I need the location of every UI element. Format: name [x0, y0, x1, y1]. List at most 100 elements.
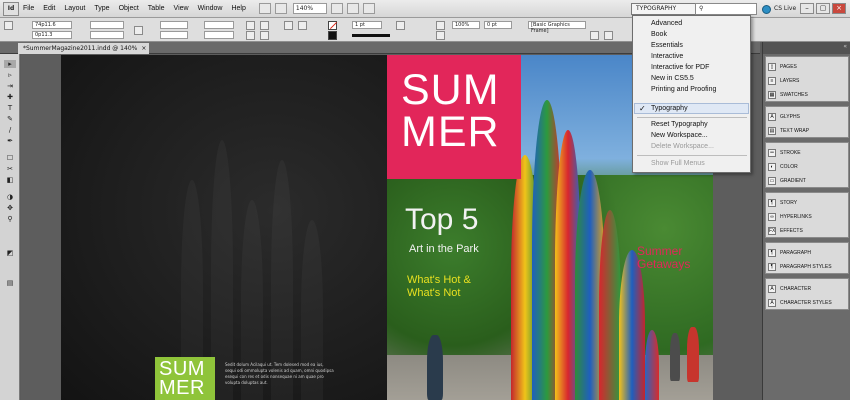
- workspace-advanced[interactable]: Advanced: [651, 19, 682, 29]
- object-style-select[interactable]: [Basic Graphics Frame]: [528, 21, 586, 34]
- screen-mode-icon[interactable]: ▤: [4, 279, 16, 287]
- stroke-color-swatch[interactable]: [328, 31, 337, 40]
- panel-effects[interactable]: fx Effects: [768, 225, 848, 237]
- new-workspace-item[interactable]: New Workspace...: [651, 131, 708, 141]
- fit-content-icon[interactable]: [604, 31, 613, 40]
- pencil-tool[interactable]: ✎: [4, 115, 16, 123]
- select-content-icon[interactable]: [298, 21, 307, 30]
- minibridge-icon[interactable]: [274, 3, 287, 14]
- reference-point-icon[interactable]: [4, 21, 13, 30]
- help-search-input[interactable]: ⚲: [695, 3, 757, 15]
- opacity-field[interactable]: 100%: [452, 21, 480, 29]
- x-position-field[interactable]: 74p11.6: [32, 21, 72, 29]
- stroke-weight-field[interactable]: 1 pt: [352, 21, 382, 29]
- workspace-interactive-pdf[interactable]: Interactive for PDF: [651, 63, 709, 73]
- collapse-dock-icon[interactable]: «: [843, 43, 847, 50]
- stroke-type-icon[interactable]: [396, 21, 405, 30]
- minimize-button[interactable]: –: [800, 3, 814, 14]
- cs-live-button[interactable]: CS Live: [762, 3, 796, 15]
- art-in-park-subhead[interactable]: Art in the Park: [409, 243, 479, 255]
- zoom-tool[interactable]: ⚲: [4, 215, 16, 223]
- workspace-interactive[interactable]: Interactive: [651, 52, 683, 62]
- menu-file[interactable]: File: [23, 5, 34, 12]
- panel-pages[interactable]: ▯ Pages: [768, 61, 848, 73]
- rotate-cw-icon[interactable]: [246, 21, 255, 30]
- document-tab[interactable]: *SummerMagazine2011.indd @ 140% ×: [18, 43, 150, 54]
- constrain-proportions-icon[interactable]: [134, 26, 143, 35]
- hand-tool[interactable]: ✥: [4, 204, 16, 212]
- scissors-tool[interactable]: ✂: [4, 165, 16, 173]
- panel-paragraph[interactable]: ¶ Paragraph: [768, 247, 848, 259]
- dock-header[interactable]: «: [763, 42, 850, 54]
- menu-object[interactable]: Object: [119, 5, 139, 12]
- flip-vertical-icon[interactable]: [260, 31, 269, 40]
- free-transform-tool[interactable]: ◧: [4, 176, 16, 184]
- panel-character[interactable]: A Character: [768, 283, 848, 295]
- panel-hyperlinks[interactable]: ∞ Hyperlinks: [768, 211, 848, 223]
- fill-none-swatch[interactable]: [328, 21, 337, 30]
- fill-stroke-icon[interactable]: ◩: [4, 249, 16, 257]
- arrange-documents-icon[interactable]: [362, 3, 375, 14]
- gradient-tool[interactable]: ◑: [4, 193, 16, 201]
- panel-gradient[interactable]: ▭ Gradient: [768, 175, 848, 187]
- scale-y-field[interactable]: [160, 31, 188, 39]
- rotate-ccw-icon[interactable]: [246, 31, 255, 40]
- panel-color[interactable]: ◐ Color: [768, 161, 848, 173]
- stroke-style-sample[interactable]: [352, 34, 390, 37]
- panel-swatches[interactable]: ▦ Swatches: [768, 89, 848, 101]
- panel-paragraph-styles[interactable]: ¶ Paragraph Styles: [768, 261, 848, 273]
- left-page[interactable]: [61, 55, 387, 400]
- selection-tool[interactable]: ▸: [4, 60, 16, 68]
- width-field[interactable]: [90, 21, 124, 29]
- maximize-button[interactable]: ▢: [816, 3, 830, 14]
- mini-cover-title[interactable]: SUM MER: [155, 357, 215, 400]
- menu-table[interactable]: Table: [148, 5, 165, 12]
- zoom-level-field[interactable]: 140%: [292, 3, 327, 14]
- y-position-field[interactable]: 0p11.3: [32, 31, 72, 39]
- pen-tool[interactable]: ✒: [4, 137, 16, 145]
- fitting-icon[interactable]: [590, 31, 599, 40]
- menu-edit[interactable]: Edit: [43, 5, 55, 12]
- reset-workspace-item[interactable]: Reset Typography: [651, 120, 708, 130]
- workspace-essentials[interactable]: Essentials: [651, 41, 683, 51]
- workspace-printing-proofing[interactable]: Printing and Proofing: [651, 85, 716, 95]
- cover-title-block[interactable]: SUM MER: [387, 55, 521, 179]
- menu-window[interactable]: Window: [198, 5, 223, 12]
- scale-x-field[interactable]: [160, 21, 188, 29]
- bridge-icon[interactable]: [258, 3, 271, 14]
- panel-layers[interactable]: ≡ Layers: [768, 75, 848, 87]
- workspace-typography[interactable]: Typography: [639, 104, 687, 114]
- close-button[interactable]: ×: [832, 3, 846, 14]
- panel-stroke[interactable]: ═ Stroke: [768, 147, 848, 159]
- effects-icon[interactable]: [436, 21, 445, 30]
- drop-shadow-icon[interactable]: [436, 31, 445, 40]
- close-tab-icon[interactable]: ×: [141, 43, 146, 54]
- type-tool[interactable]: T: [4, 104, 16, 112]
- direct-selection-tool[interactable]: ▹: [4, 71, 16, 79]
- view-options-icon[interactable]: [330, 3, 343, 14]
- menu-view[interactable]: View: [174, 5, 189, 12]
- gap-tool[interactable]: ✚: [4, 93, 16, 101]
- panel-glyphs[interactable]: a Glyphs: [768, 111, 848, 123]
- screen-mode-icon[interactable]: [346, 3, 359, 14]
- select-container-icon[interactable]: [284, 21, 293, 30]
- flip-horizontal-icon[interactable]: [260, 21, 269, 30]
- body-copy-text[interactable]: Sedit dolum Acilaqui ut. Tem dolesed mod…: [225, 362, 335, 386]
- panel-character-styles[interactable]: A Character Styles: [768, 297, 848, 309]
- rectangle-frame-tool[interactable]: ☐: [4, 154, 16, 162]
- top5-headline[interactable]: Top 5: [405, 203, 478, 237]
- panel-text-wrap[interactable]: ▤ Text Wrap: [768, 125, 848, 137]
- line-tool[interactable]: /: [4, 126, 16, 134]
- shear-field[interactable]: [204, 31, 234, 39]
- workspace-book[interactable]: Book: [651, 30, 667, 40]
- panel-story[interactable]: ¶ Story: [768, 197, 848, 209]
- menu-layout[interactable]: Layout: [64, 5, 85, 12]
- summer-getaways-text[interactable]: Summer Getaways: [637, 245, 713, 271]
- rotation-field[interactable]: [204, 21, 234, 29]
- whats-hot-text[interactable]: What's Hot & What's Not: [407, 274, 497, 300]
- menu-type[interactable]: Type: [94, 5, 109, 12]
- corner-size-field[interactable]: 0 pt: [484, 21, 512, 29]
- menu-help[interactable]: Help: [231, 5, 245, 12]
- workspace-new-in-cs55[interactable]: New in CS5.5: [651, 74, 694, 84]
- height-field[interactable]: [90, 31, 124, 39]
